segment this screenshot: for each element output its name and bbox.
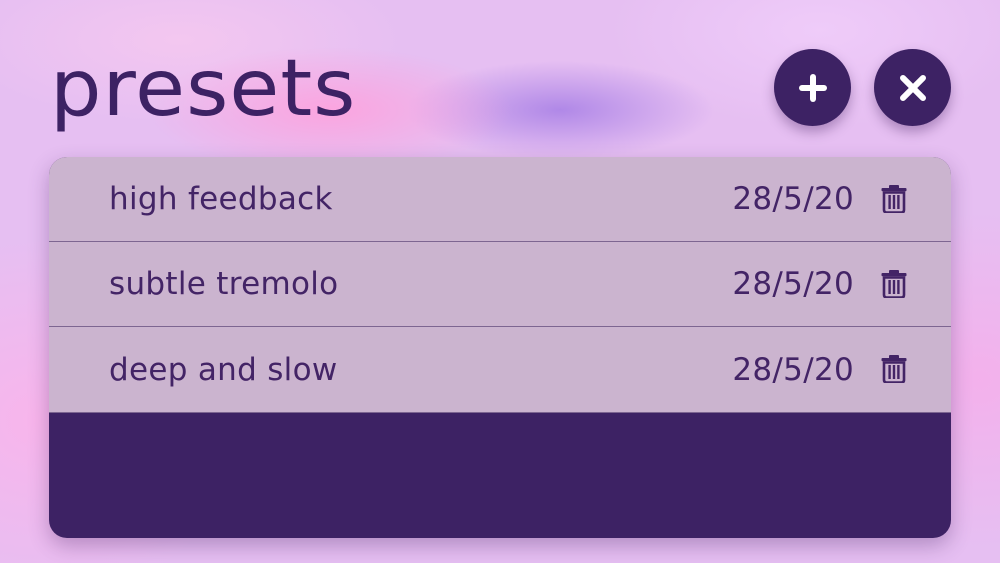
trash-icon[interactable]: [881, 185, 907, 213]
presets-list: high feedback 28/5/20 subtle tremolo 28/…: [49, 157, 951, 538]
trash-icon[interactable]: [881, 270, 907, 298]
preset-row-subtle-tremolo[interactable]: subtle tremolo 28/5/20: [49, 242, 951, 327]
preset-row-deep-and-slow[interactable]: deep and slow 28/5/20: [49, 327, 951, 413]
preset-date: 28/5/20: [732, 181, 854, 217]
close-icon: [899, 74, 926, 101]
preset-date: 28/5/20: [732, 266, 854, 302]
page-title: presets: [50, 44, 357, 134]
trash-icon[interactable]: [881, 355, 907, 383]
preset-row-high-feedback[interactable]: high feedback 28/5/20: [49, 157, 951, 242]
close-button[interactable]: [874, 49, 951, 126]
add-preset-button[interactable]: [774, 49, 851, 126]
preset-date: 28/5/20: [732, 351, 854, 388]
preset-name: subtle tremolo: [109, 266, 339, 302]
plus-icon: [798, 73, 827, 102]
preset-name: deep and slow: [109, 351, 338, 388]
preset-name: high feedback: [109, 181, 333, 217]
